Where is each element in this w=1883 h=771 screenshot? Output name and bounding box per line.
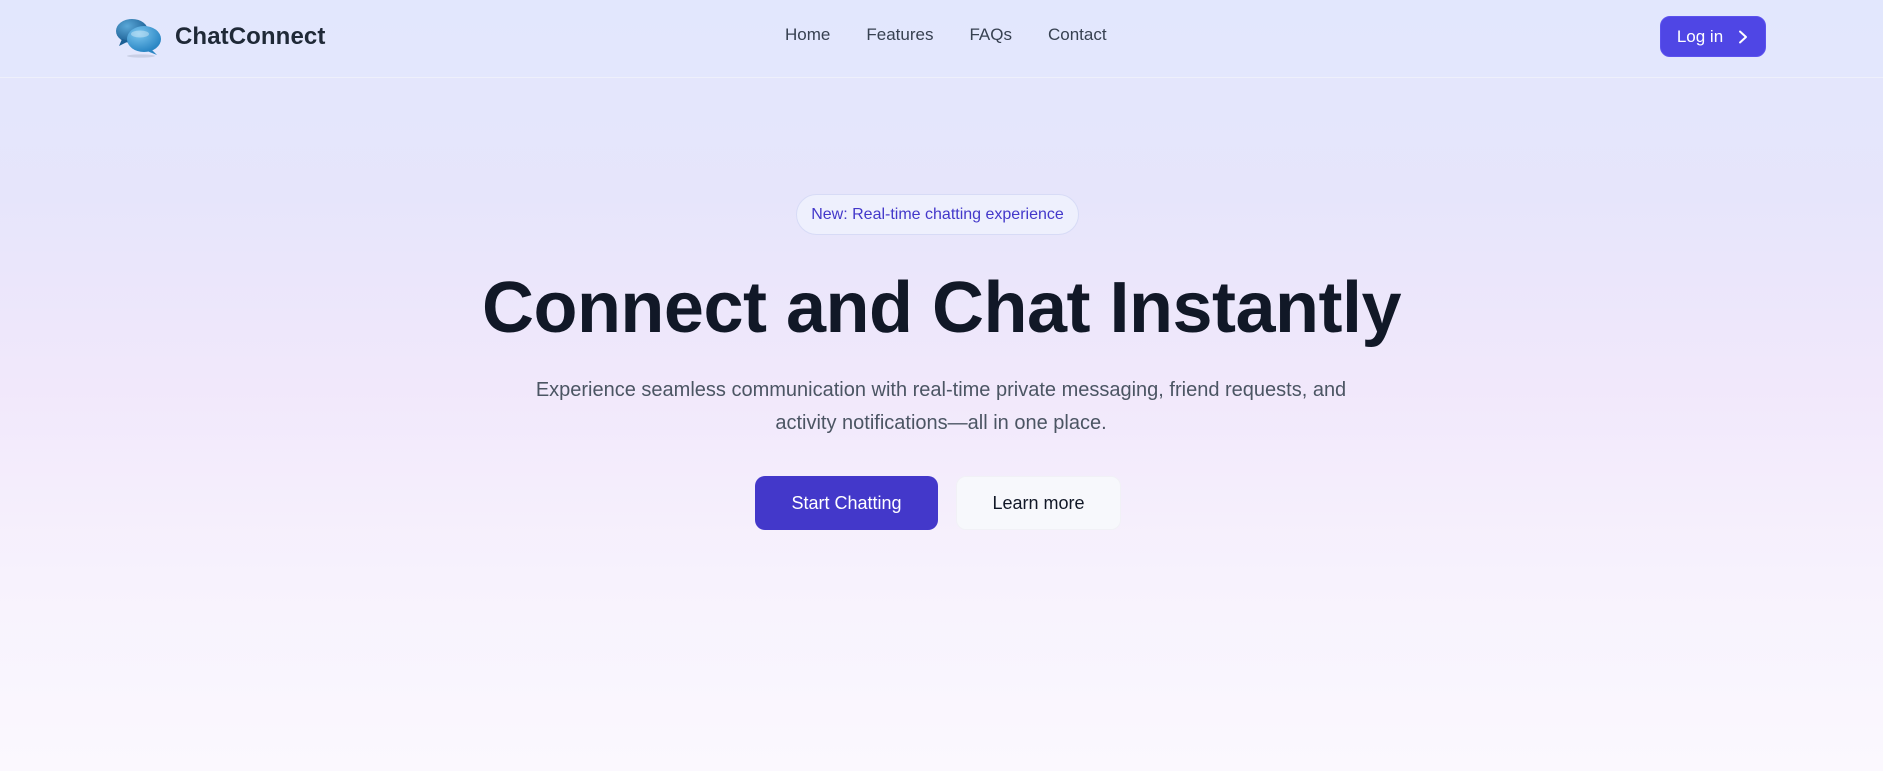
chat-bubbles-icon — [115, 16, 163, 58]
nav-faqs[interactable]: FAQs — [969, 25, 1012, 45]
main-nav: Home Features FAQs Contact — [785, 25, 1107, 45]
nav-contact[interactable]: Contact — [1048, 25, 1107, 45]
hero-headline: Connect and Chat Instantly — [481, 268, 1402, 348]
brand[interactable]: ChatConnect — [115, 16, 325, 58]
brand-name: ChatConnect — [175, 23, 326, 50]
learn-more-button[interactable]: Learn more — [956, 476, 1121, 530]
start-chatting-button[interactable]: Start Chatting — [755, 476, 938, 530]
cta-row: Start Chatting Learn more — [755, 476, 1121, 530]
nav-features[interactable]: Features — [866, 25, 933, 45]
nav-home[interactable]: Home — [785, 25, 830, 45]
login-button-label: Log in — [1676, 26, 1724, 46]
announcement-badge[interactable]: New: Real-time chatting experience — [796, 194, 1079, 235]
chevron-right-icon — [1739, 30, 1748, 43]
site-header: ChatConnect Home Features FAQs Contact L… — [0, 0, 1883, 78]
login-button[interactable]: Log in — [1660, 16, 1766, 57]
hero-subtext: Experience seamless communication with r… — [535, 379, 1347, 434]
